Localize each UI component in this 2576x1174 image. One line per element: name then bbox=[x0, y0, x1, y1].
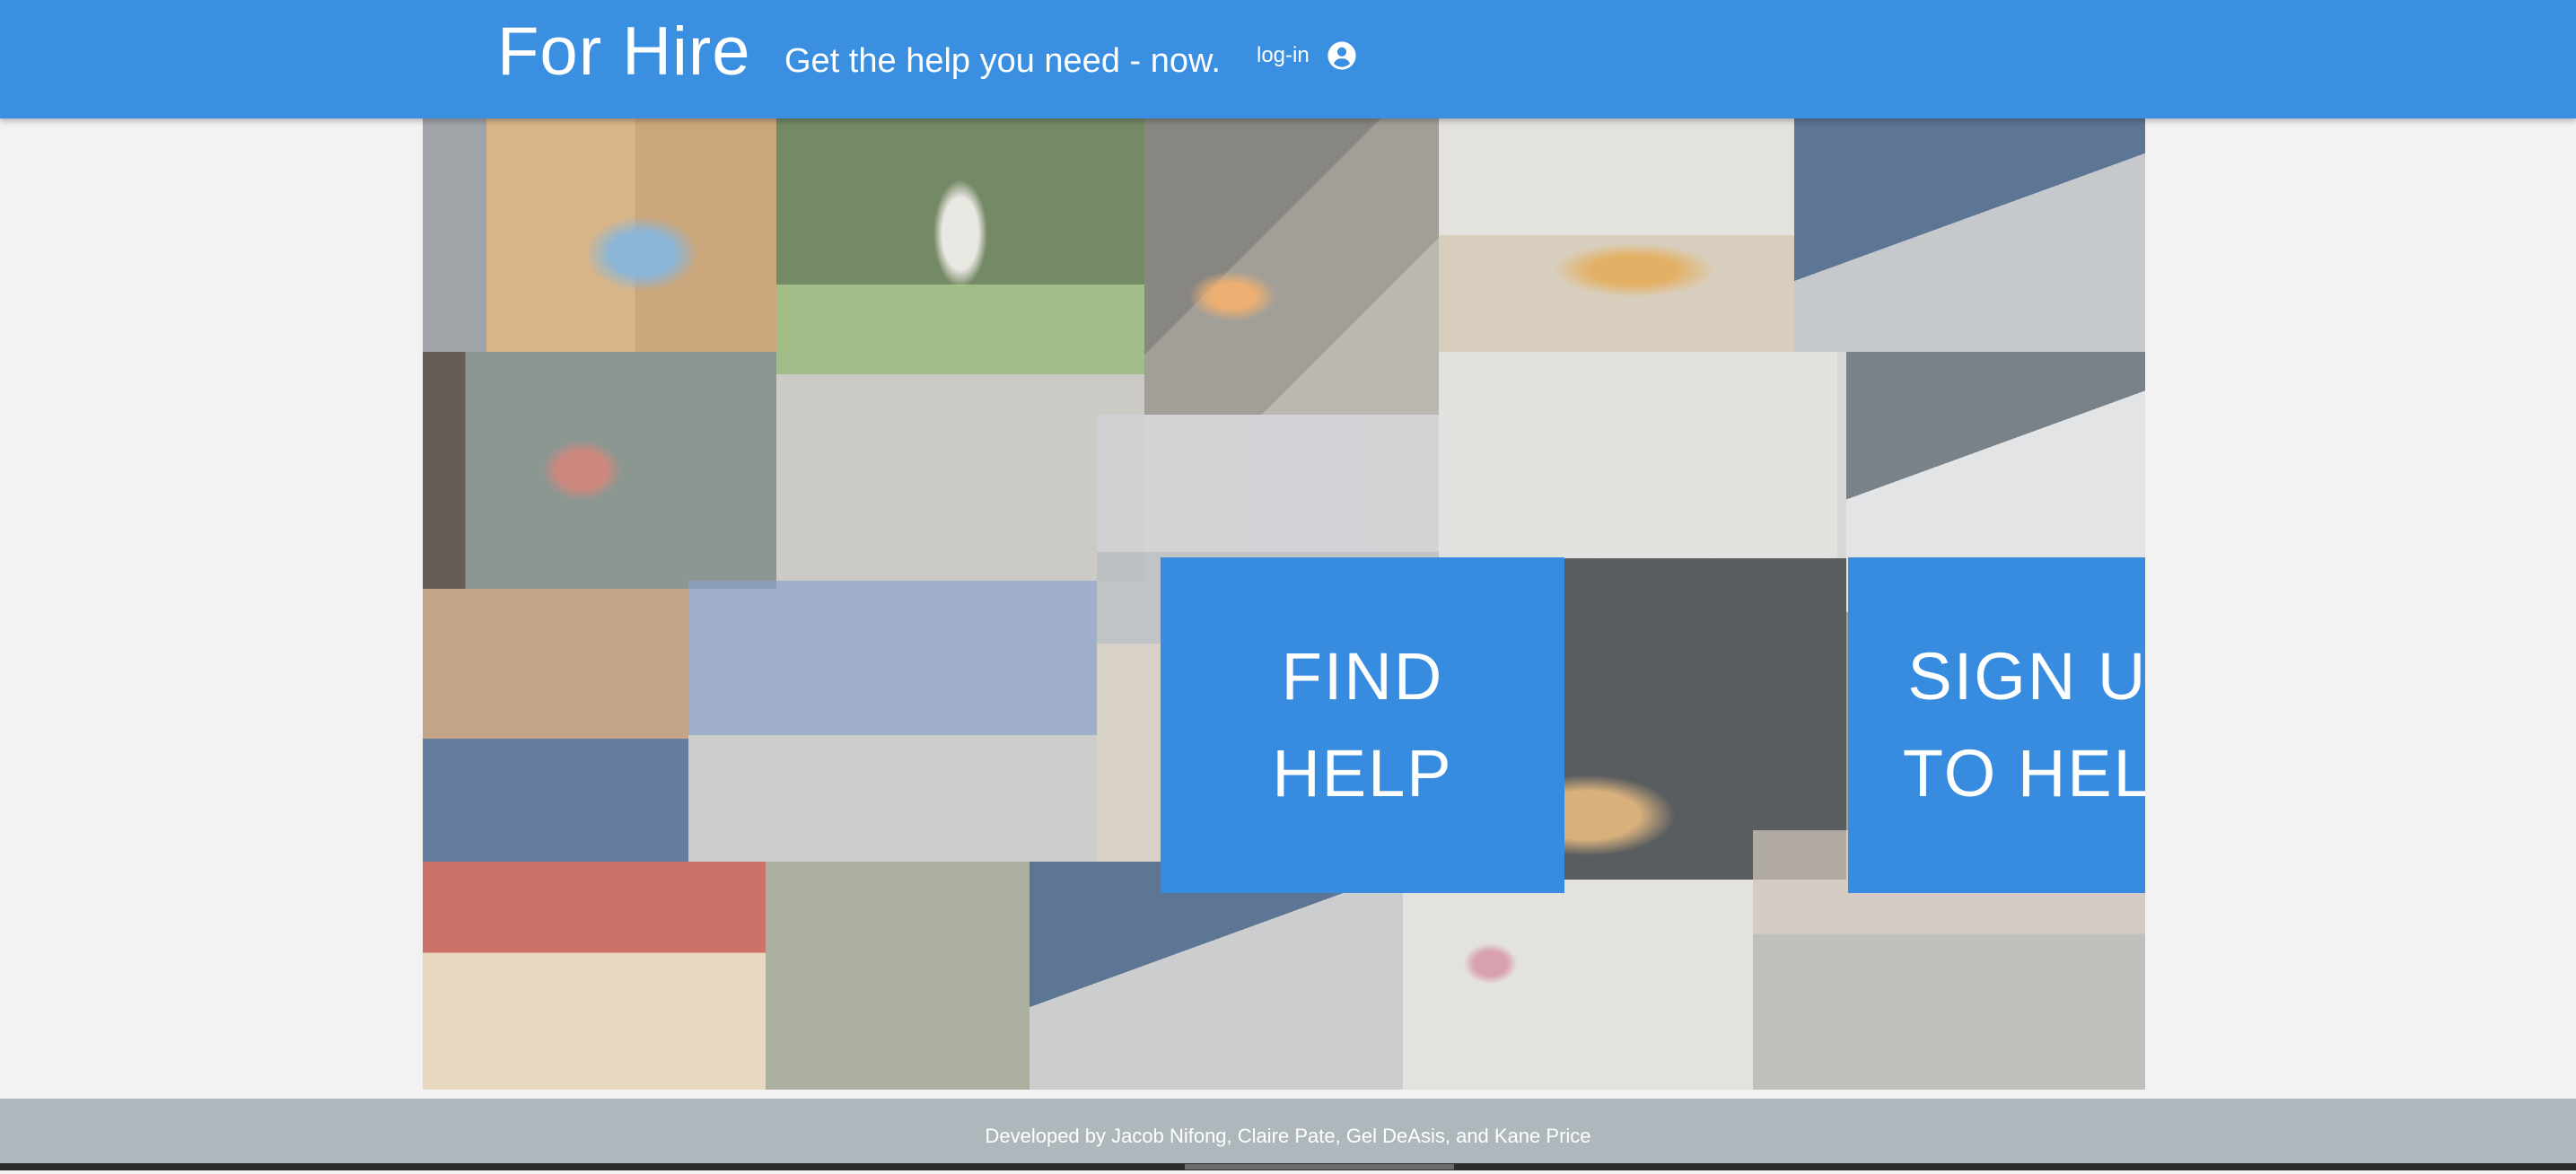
photo-warehouse-cleaner bbox=[423, 589, 688, 862]
account-circle-icon[interactable] bbox=[1327, 40, 1357, 71]
photo-table-setting bbox=[1403, 880, 1753, 1090]
find-help-button[interactable]: FIND HELP bbox=[1161, 557, 1564, 893]
photo-cash-briefcase bbox=[766, 862, 1030, 1090]
photo-plated-desserts bbox=[1439, 118, 1794, 352]
page-footer: Developed by Jacob Nifong, Claire Pate, … bbox=[0, 1099, 2576, 1163]
photo-laptop-code bbox=[1794, 118, 2145, 352]
horizontal-scrollbar[interactable] bbox=[0, 1163, 2576, 1170]
photo-hands-yellow bbox=[776, 374, 1144, 581]
login-link[interactable]: log-in bbox=[1257, 39, 1310, 72]
photo-laptop-code-2 bbox=[1030, 862, 1403, 1090]
photo-collage: FIND HELP SIGN UP TO HELP bbox=[423, 118, 2145, 1090]
sign-up-line-1: SIGN UP bbox=[1907, 639, 2145, 714]
photo-suburban-house bbox=[688, 581, 1097, 862]
find-help-line-1: FIND bbox=[1281, 639, 1444, 714]
site-title[interactable]: For Hire bbox=[497, 7, 750, 97]
photo-paint-brush bbox=[423, 118, 776, 352]
photo-pens-on-paper bbox=[1439, 352, 1837, 558]
site-tagline: Get the help you need - now. bbox=[784, 42, 1221, 80]
sign-up-to-help-button[interactable]: SIGN UP TO HELP bbox=[1848, 557, 2145, 893]
photo-metal-grinder bbox=[1144, 118, 1439, 415]
find-help-line-2: HELP bbox=[1272, 736, 1453, 810]
photo-girl-with-laptop bbox=[423, 862, 766, 1090]
photo-open-sign bbox=[423, 352, 776, 589]
photo-girl-on-swing bbox=[776, 118, 1144, 374]
top-app-bar: For Hire Get the help you need - now. lo… bbox=[0, 0, 2576, 118]
sign-up-line-2: TO HELP bbox=[1902, 736, 2145, 810]
scrollbar-thumb[interactable] bbox=[1185, 1164, 1454, 1170]
